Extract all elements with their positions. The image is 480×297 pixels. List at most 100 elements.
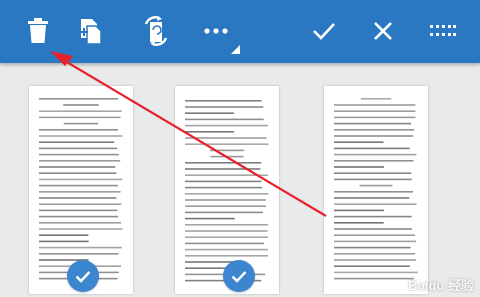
- text-line: [39, 166, 116, 168]
- text-line: [334, 160, 414, 162]
- close-button[interactable]: [359, 10, 407, 52]
- extract-pages-icon: [80, 19, 102, 45]
- text-line: [185, 199, 266, 201]
- text-line: [185, 168, 261, 170]
- text-line: [185, 236, 269, 238]
- page-thumbnail-2[interactable]: [175, 86, 279, 294]
- text-line: [63, 104, 99, 106]
- text-line: [334, 259, 417, 261]
- text-line: [334, 135, 414, 137]
- text-line: [39, 116, 121, 119]
- text-line: [359, 184, 393, 187]
- text-line: [334, 203, 417, 205]
- text-line: [185, 112, 234, 114]
- text-line: [334, 246, 411, 249]
- page-selected-check-2[interactable]: [223, 260, 255, 292]
- page-selected-check-1[interactable]: [67, 260, 99, 292]
- text-line: [185, 224, 269, 226]
- text-line: [185, 193, 269, 195]
- text-line: [185, 255, 269, 257]
- text-line: [334, 104, 416, 106]
- text-line: [334, 234, 416, 236]
- text-line: [334, 253, 416, 255]
- text-line: [185, 124, 268, 127]
- text-line: [185, 211, 263, 214]
- text-line: [39, 153, 119, 156]
- text-line: [39, 129, 118, 131]
- text-line: [185, 162, 262, 164]
- text-line: [185, 242, 265, 245]
- text-line: [39, 98, 119, 100]
- text-line: [39, 160, 121, 162]
- text-line: [334, 209, 384, 212]
- check-icon: [75, 270, 91, 283]
- text-line: [360, 98, 392, 100]
- text-line: [39, 215, 119, 218]
- text-line: [39, 197, 117, 199]
- text-line: [334, 166, 384, 168]
- text-line: [39, 253, 119, 255]
- text-line: [210, 149, 245, 152]
- text-line: [185, 230, 268, 232]
- text-line: [185, 186, 262, 189]
- text-line: [334, 222, 384, 224]
- text-line: [39, 178, 123, 181]
- text-line: [39, 228, 123, 230]
- text-line: [185, 118, 264, 121]
- text-line: [39, 209, 118, 212]
- trash-icon: [28, 18, 48, 43]
- text-line: [39, 172, 117, 174]
- text-line: [210, 155, 244, 158]
- rotate-button[interactable]: [132, 10, 180, 52]
- text-line: [334, 228, 412, 230]
- text-line: [39, 141, 115, 143]
- text-line: [334, 141, 384, 143]
- confirm-button[interactable]: [300, 10, 348, 52]
- text-line: [39, 246, 122, 249]
- grid-view-button[interactable]: [419, 10, 467, 52]
- text-line: [39, 191, 121, 193]
- text-line: [63, 122, 99, 125]
- text-line: [334, 197, 410, 199]
- text-line: [334, 191, 413, 193]
- text-line: [185, 180, 262, 183]
- text-line: [185, 137, 267, 139]
- close-icon: [374, 22, 392, 40]
- text-line: [334, 110, 416, 112]
- text-line: [185, 217, 235, 220]
- check-icon: [313, 23, 335, 40]
- page-thumbnail-3[interactable]: [324, 86, 428, 294]
- text-line: [185, 248, 268, 251]
- more-indicator-icon: [231, 45, 240, 54]
- rotate-icon: [144, 16, 168, 46]
- text-line: [334, 271, 418, 274]
- text-line: [334, 265, 410, 267]
- page-text-lines: [185, 100, 269, 282]
- text-line: [334, 122, 412, 125]
- text-line: [39, 184, 118, 187]
- text-line: [334, 240, 417, 243]
- check-icon: [231, 270, 247, 283]
- text-line: [39, 234, 89, 236]
- text-line: [185, 143, 269, 145]
- text-line: [185, 106, 264, 108]
- toolbar: [0, 0, 480, 63]
- delete-button[interactable]: [14, 10, 62, 52]
- text-line: [334, 178, 412, 181]
- grid-icon: [430, 25, 456, 36]
- text-line: [39, 222, 122, 224]
- text-line: [39, 203, 122, 205]
- text-line: [334, 172, 412, 174]
- text-line: [334, 129, 415, 131]
- text-line: [185, 261, 235, 263]
- text-line: [185, 174, 268, 176]
- text-line: [39, 147, 118, 150]
- text-line: [39, 240, 89, 243]
- text-line: [39, 110, 122, 112]
- text-line: [185, 131, 234, 133]
- text-line: [334, 215, 412, 218]
- text-line: [185, 205, 266, 207]
- text-line: [39, 135, 123, 137]
- extract-pages-button[interactable]: [68, 10, 116, 52]
- text-line: [185, 100, 262, 102]
